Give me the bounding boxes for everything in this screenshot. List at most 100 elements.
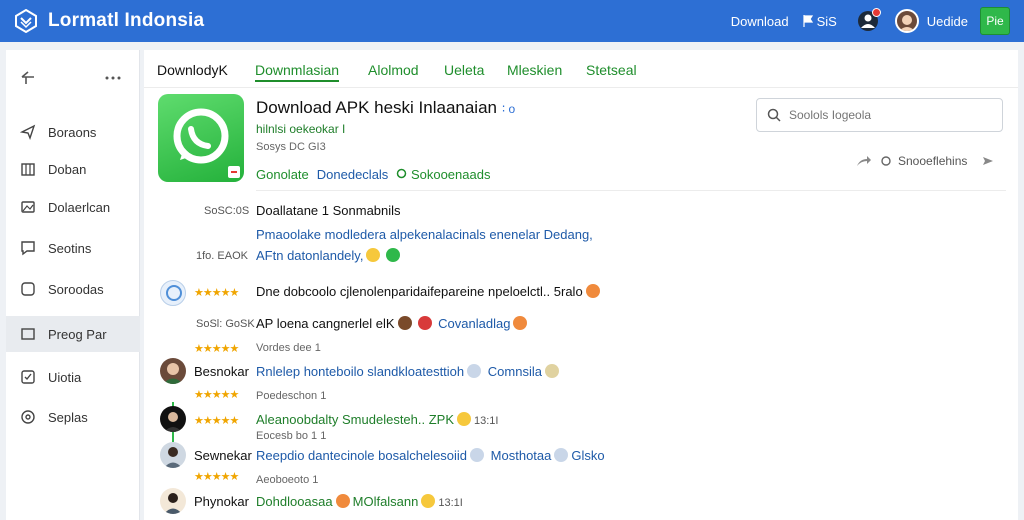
person-avatar-icon: [164, 412, 182, 432]
sidebar-item-boraons[interactable]: Boraons: [6, 114, 140, 150]
feed-text: Dne dobcoolo cjlenolenparidaifepareine n…: [256, 284, 603, 299]
link-sokooenaads[interactable]: Sokooenaads: [396, 167, 498, 182]
sidebar-item-label: Doban: [48, 161, 87, 177]
settings-small-icon: [881, 156, 891, 166]
search-input[interactable]: [789, 108, 989, 122]
share-label[interactable]: Snooeflehins: [898, 154, 967, 168]
feed-text: Doallatane 1 Sonmabnils: [256, 203, 401, 218]
feed-text-label: Aleanoobdalty Smudelesteh.. ZPK: [256, 412, 455, 427]
flame-icon: [335, 494, 350, 508]
notification-dot: [871, 8, 881, 17]
avatar[interactable]: [160, 358, 186, 384]
feed-time: SoSC:0S: [204, 205, 250, 217]
sidebar-item-dolaerlcan[interactable]: Dolaerlcan: [6, 189, 140, 225]
forward-icon[interactable]: [981, 155, 995, 167]
feed-time: SoSl: GoSK: [196, 318, 255, 330]
app-title: Download APK heski Inlaanaian: [256, 98, 497, 117]
tab-mleskien[interactable]: Mleskien: [507, 62, 562, 78]
brand-name: Lormatl Indonsia: [48, 10, 205, 31]
avatar[interactable]: [160, 406, 186, 432]
feed-extra: Mosthotaa: [490, 448, 552, 463]
search-icon: [767, 108, 781, 122]
feed-text[interactable]: Dohdlooasaa MOlfalsann 13:1I: [256, 494, 463, 509]
app-icon[interactable]: [158, 94, 244, 182]
title-badge: ∶ o: [502, 102, 516, 116]
feed-time: 1fo. EAOK: [196, 250, 248, 262]
feed-extra: 13:1I: [474, 415, 499, 427]
action-button[interactable]: Pie: [980, 7, 1010, 35]
notification-bell[interactable]: [857, 8, 881, 32]
app-meta: Sosys DC GI3: [256, 141, 326, 153]
back-arrow-icon[interactable]: [20, 71, 36, 85]
tab-ueleta[interactable]: Ueleta: [444, 62, 484, 78]
rating-stars: ★★★★★: [194, 415, 239, 427]
sidebar-item-label: Dolaerlcan: [48, 199, 111, 215]
emoji-icon: [467, 364, 482, 378]
rating-stars: ★★★★★: [194, 343, 239, 355]
feed-text[interactable]: Reepdio dantecinole bosalchelesoiid Most…: [256, 448, 605, 463]
tab-alolmod[interactable]: Alolmod: [368, 62, 419, 78]
feed-text[interactable]: Aleanoobdalty Smudelesteh.. ZPK 13:1I: [256, 412, 498, 427]
feed-text-label: AFtn datonlandely,: [256, 248, 364, 263]
app-subtitle[interactable]: hilnlsi oekeokar I: [256, 122, 345, 136]
sidebar-item-uiotia[interactable]: Uiotia: [6, 359, 140, 395]
tab-downlodyk[interactable]: DownlodyK: [157, 62, 228, 78]
rating-stars: ★★★★★: [194, 471, 239, 483]
sidebar-item-seplas[interactable]: Seplas: [6, 399, 140, 435]
feed-extra: MOlfalsann: [352, 494, 419, 509]
emoji-icon: [544, 364, 559, 378]
download-link[interactable]: Download: [731, 14, 789, 29]
avatar-face-icon: [896, 11, 917, 31]
tab-downmlasian[interactable]: Downmlasian: [255, 62, 340, 82]
green-badge-icon: [386, 248, 401, 262]
feed-text[interactable]: Pmaoolake modledera alpekenalacinals ene…: [256, 227, 593, 242]
feed-text-label: Rnlelep honteboilo slandkloatesttioh: [256, 364, 465, 379]
feed-text: AP loena cangnerlel elK Covanladlag: [256, 316, 530, 331]
sidebar-item-label: Uiotia: [48, 369, 82, 385]
chat-icon: [21, 241, 35, 256]
avatar[interactable]: [160, 280, 186, 306]
feed-text-label: Dohdlooasaa: [256, 494, 333, 509]
smile-emoji-icon: [366, 248, 381, 262]
feed-text-label: Reepdio dantecinole bosalchelesoiid: [256, 448, 468, 463]
emoji-icon: [554, 448, 569, 462]
send-icon: [20, 124, 36, 140]
avatar[interactable]: [160, 442, 186, 468]
user-name[interactable]: Uedide: [927, 14, 968, 29]
brand-logo-icon: [15, 9, 37, 33]
link-gonolate[interactable]: Gonolate: [256, 167, 309, 182]
feed-extra[interactable]: Covanladlag: [438, 316, 510, 331]
search-box[interactable]: [756, 98, 1003, 132]
link-donedeclals[interactable]: Donedeclals: [317, 167, 389, 182]
avatar[interactable]: [160, 488, 186, 514]
image-icon: [21, 201, 35, 213]
user-avatar[interactable]: [894, 9, 919, 33]
main-panel: DownlodyK Downmlasian Alolmod Ueleta Mle…: [144, 50, 1018, 520]
feed-name[interactable]: Besnokar: [194, 364, 249, 379]
gear-icon: [397, 168, 407, 179]
count-badge[interactable]: SiS: [801, 14, 837, 29]
more-icon[interactable]: [105, 76, 121, 80]
sidebar-item-soroodas[interactable]: Soroodas: [6, 271, 140, 307]
app-links: Gonolate Donedeclals Sokooenaads: [256, 167, 506, 182]
sidebar-item-label: Soroodas: [48, 281, 104, 297]
feed-name[interactable]: Phynokar: [194, 494, 249, 509]
feed-name[interactable]: Sewnekar: [194, 448, 252, 463]
sidebar-item-preog-par[interactable]: Preog Par: [6, 316, 140, 352]
brand[interactable]: Lormatl Indonsia: [14, 9, 204, 33]
person-avatar-icon: [163, 363, 183, 384]
emoji-icon: [397, 316, 412, 330]
sidebar: Boraons Doban Dolaerlcan Seotins Sorooda…: [6, 50, 140, 520]
tab-stetseal[interactable]: Stetseal: [586, 62, 637, 78]
person-avatar-icon: [164, 447, 182, 468]
folder-icon: [21, 328, 35, 340]
feed-text-label: Dne dobcoolo cjlenolenparidaifepareine n…: [256, 284, 583, 299]
feed-text[interactable]: Rnlelep honteboilo slandkloatesttioh Com…: [256, 364, 562, 379]
feed-extra: Comnsila: [487, 364, 542, 379]
sidebar-item-seotins[interactable]: Seotins: [6, 230, 140, 266]
checkbox-icon: [21, 370, 35, 384]
feed-text[interactable]: AFtn datonlandely,: [256, 248, 403, 263]
sidebar-item-doban[interactable]: Doban: [6, 151, 140, 187]
feed-subtime: Poedeschon 1: [256, 390, 327, 402]
share-icon[interactable]: [856, 155, 872, 167]
